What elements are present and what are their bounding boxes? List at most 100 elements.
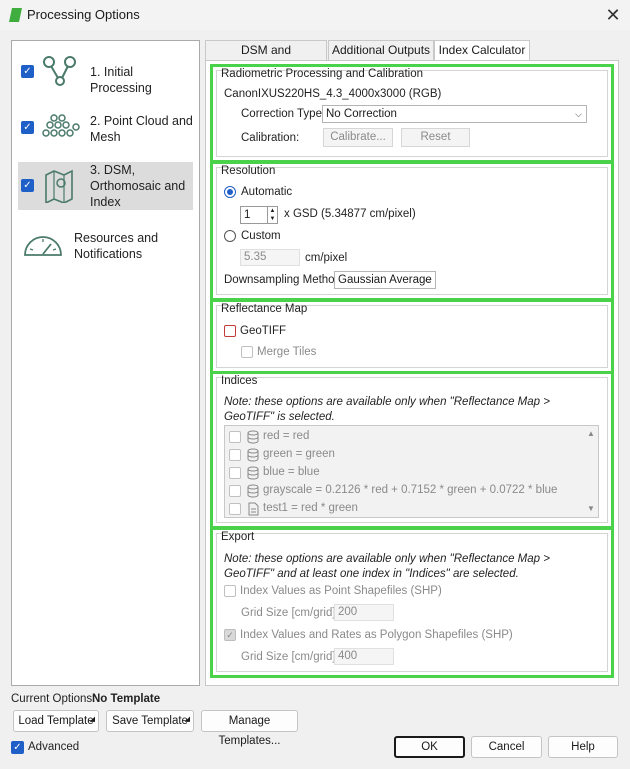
check-icon[interactable]: ✓ bbox=[21, 121, 34, 134]
document-icon bbox=[248, 502, 259, 516]
correction-type-value: No Correction bbox=[326, 108, 397, 120]
index-checkbox[interactable] bbox=[229, 449, 241, 461]
spin-arrows-icon[interactable]: ▲ ▼ bbox=[267, 207, 277, 223]
polygon-shp-checkbox[interactable]: ✓ bbox=[224, 629, 236, 641]
title-bar: Processing Options ✕ bbox=[0, 0, 630, 30]
window-title: Processing Options bbox=[27, 7, 140, 22]
gsd-text: x GSD (5.34877 cm/pixel) bbox=[284, 208, 416, 220]
index-checkbox[interactable] bbox=[229, 503, 241, 515]
group-title: Resolution bbox=[221, 165, 276, 177]
index-checkbox[interactable] bbox=[229, 467, 241, 479]
index-formula: test1 = red * green bbox=[263, 502, 358, 514]
advanced-label: Advanced bbox=[28, 741, 80, 753]
group-title: Radiometric Processing and Calibration bbox=[221, 68, 423, 80]
sidebar-item-dsm-orthomosaic[interactable]: ✓ 3. DSM, Orthomosaic and Index bbox=[18, 162, 193, 210]
export-note: Note: these options are available only w… bbox=[224, 553, 550, 580]
list-scrollbar[interactable]: ▲ ▼ bbox=[584, 426, 598, 517]
grid-size-field[interactable]: 200 bbox=[334, 604, 394, 621]
camera-model: CanonIXUS220HS_4.3_4000x3000 (RGB) bbox=[224, 88, 442, 100]
list-item[interactable]: blue = blue bbox=[225, 464, 585, 482]
scroll-down-icon[interactable]: ▼ bbox=[587, 504, 595, 513]
group-title: Export bbox=[221, 531, 255, 543]
check-icon[interactable]: ✓ bbox=[21, 179, 34, 192]
index-formula: green = green bbox=[263, 448, 335, 460]
gsd-multiplier-spinbox[interactable]: 1 ▲ ▼ bbox=[240, 206, 278, 224]
downsampling-select[interactable]: Gaussian Average ⌵ bbox=[334, 271, 436, 289]
sidebar: ✓ 1. Initial Processing ✓ 2. Point Cloud… bbox=[11, 40, 200, 686]
scroll-up-icon[interactable]: ▲ bbox=[587, 429, 595, 438]
sidebar-item-label: 3. DSM, bbox=[90, 163, 136, 177]
gauge-icon bbox=[24, 236, 62, 256]
index-checkbox[interactable] bbox=[229, 485, 241, 497]
correction-type-label: Correction Type: bbox=[241, 108, 326, 120]
current-options-value: No Template bbox=[92, 693, 161, 705]
index-formula: blue = blue bbox=[263, 466, 320, 478]
sidebar-item-label: Resources and bbox=[74, 231, 159, 245]
ok-button[interactable]: OK bbox=[394, 736, 465, 758]
button-label: Load Template bbox=[18, 715, 94, 727]
group-title: Reflectance Map bbox=[221, 303, 308, 315]
list-item[interactable]: green = green bbox=[225, 446, 585, 464]
dropdown-caret-icon: ◢ bbox=[184, 716, 190, 723]
sidebar-item-resources[interactable]: Resources and Notifications bbox=[18, 227, 193, 267]
button-label: Save Template bbox=[112, 715, 188, 727]
gsd-multiplier-value: 1 bbox=[244, 209, 251, 221]
sidebar-item-label: Notifications bbox=[74, 247, 143, 261]
reset-button[interactable]: Reset bbox=[401, 128, 470, 147]
geotiff-checkbox[interactable] bbox=[224, 325, 236, 337]
merge-tiles-label: Merge Tiles bbox=[257, 346, 317, 358]
merge-tiles-checkbox[interactable] bbox=[241, 346, 253, 358]
grid-size-field[interactable]: 400 bbox=[334, 648, 394, 665]
downsampling-value: Gaussian Average bbox=[338, 274, 432, 286]
database-icon bbox=[247, 448, 259, 462]
initial-processing-icon bbox=[43, 56, 76, 86]
dsm-map-icon bbox=[45, 169, 73, 203]
sidebar-item-label: 2. Point Cloud and bbox=[90, 114, 193, 128]
list-item[interactable]: grayscale = 0.2126 * red + 0.7152 * gree… bbox=[225, 482, 585, 500]
cancel-button[interactable]: Cancel bbox=[471, 736, 542, 758]
index-checkbox[interactable] bbox=[229, 431, 241, 443]
custom-resolution-field[interactable]: 5.35 bbox=[240, 249, 300, 266]
calibrate-button[interactable]: Calibrate... bbox=[323, 128, 393, 147]
correction-type-select[interactable]: No Correction ⌵ bbox=[322, 105, 587, 123]
indices-list[interactable]: red = red green = green blue = blue gray… bbox=[224, 425, 599, 518]
tab-dsm-orthomosaic[interactable]: DSM and Orthomosaic bbox=[205, 40, 327, 76]
sidebar-item-label: Orthomosaic and bbox=[90, 179, 186, 193]
list-item[interactable]: red = red bbox=[225, 428, 585, 446]
indices-note: Note: these options are available only w… bbox=[224, 396, 550, 423]
close-icon[interactable]: ✕ bbox=[603, 5, 623, 25]
app-logo-icon bbox=[9, 8, 22, 22]
downsampling-label: Downsampling Method: bbox=[224, 274, 345, 286]
point-shp-checkbox[interactable] bbox=[224, 585, 236, 597]
dropdown-caret-icon: ◢ bbox=[89, 716, 95, 723]
save-template-button[interactable]: Save Template ◢ bbox=[106, 710, 194, 732]
sidebar-item-label: Index bbox=[90, 195, 121, 209]
list-item[interactable]: test1 = red * green bbox=[225, 500, 585, 517]
sidebar-item-label: Mesh bbox=[90, 130, 121, 144]
load-template-button[interactable]: Load Template ◢ bbox=[13, 710, 99, 732]
chevron-down-icon: ⌵ bbox=[575, 109, 582, 119]
database-icon bbox=[247, 484, 259, 498]
check-icon[interactable]: ✓ bbox=[21, 65, 34, 78]
sidebar-item-point-cloud[interactable]: ✓ 2. Point Cloud and Mesh bbox=[18, 105, 193, 147]
sidebar-item-initial-processing[interactable]: ✓ 1. Initial Processing bbox=[18, 51, 193, 95]
database-icon bbox=[247, 430, 259, 444]
custom-radio[interactable] bbox=[224, 230, 236, 242]
group-title: Indices bbox=[221, 375, 258, 387]
geotiff-label: GeoTIFF bbox=[240, 325, 287, 337]
grid-size-label: Grid Size [cm/grid]: bbox=[241, 651, 339, 663]
help-button[interactable]: Help bbox=[548, 736, 618, 758]
polygon-shp-label: Index Values and Rates as Polygon Shapef… bbox=[240, 629, 513, 641]
point-cloud-icon bbox=[42, 114, 80, 137]
tab-index-calculator[interactable]: Index Calculator bbox=[434, 40, 530, 61]
chevron-down-icon: ⌵ bbox=[424, 275, 431, 285]
current-options-label: Current Options: bbox=[11, 693, 96, 705]
grid-size-label: Grid Size [cm/grid]: bbox=[241, 607, 339, 619]
manage-templates-button[interactable]: Manage Templates... bbox=[201, 710, 298, 747]
advanced-checkbox[interactable]: ✓ bbox=[11, 741, 24, 754]
automatic-label: Automatic bbox=[241, 186, 293, 198]
index-formula: grayscale = 0.2126 * red + 0.7152 * gree… bbox=[263, 484, 558, 496]
tab-additional-outputs[interactable]: Additional Outputs bbox=[328, 40, 434, 60]
automatic-radio[interactable] bbox=[224, 186, 236, 198]
custom-unit: cm/pixel bbox=[305, 252, 348, 264]
